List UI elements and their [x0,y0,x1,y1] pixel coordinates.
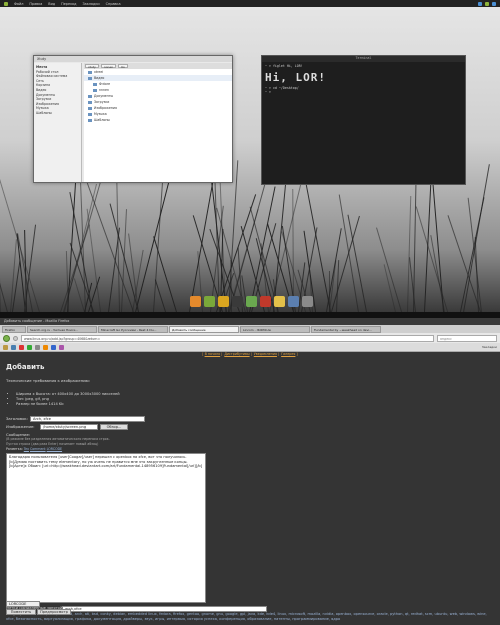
nav-link[interactable]: Галерея [281,352,295,356]
folder-icon [88,106,92,110]
bookmark-icon[interactable] [19,344,24,350]
window-titlebar: Добавить сообщение - Mozilla Firefox [0,318,500,325]
office-icon[interactable] [259,295,271,307]
grass-blade [413,177,417,312]
page-title: Добавить [6,363,45,371]
bookmark-icon[interactable] [11,344,16,350]
tab[interactable]: Lincoln - ЖЖМолк [240,326,310,333]
tab[interactable]: Search.org.ru - Уютная Поиск... [27,326,97,333]
bookmark-icon[interactable] [59,344,64,350]
bookmark-icon[interactable] [43,344,48,350]
bookmark-icon[interactable] [35,344,40,350]
grass-blade [155,279,167,312]
folder-icon [88,112,92,116]
crumb[interactable]: xtuty [85,64,99,69]
skype-icon[interactable] [203,295,215,307]
folder-icon [88,94,92,98]
bookmark-icon[interactable] [51,344,56,350]
terminal-output: ~ > figlet Hi, LOR! Hi, LOR! ~ > cd ~/De… [262,62,465,97]
navigation-toolbar: www.linux.org.ru/add.jsp?group=4068&retu… [0,333,500,343]
markup-option[interactable]: LORCODE [47,447,62,451]
folder-icon [88,100,92,104]
folder-icon [88,70,92,74]
markup-option[interactable]: Tex [24,447,29,451]
pidgin-icon[interactable] [273,295,285,307]
tab-active[interactable]: Добавить сообщение [169,326,239,333]
grass-blade [121,209,128,312]
file-list: xtuty nonen Ko xtreei Видео Фчtore nnnen… [84,63,232,182]
nav-link[interactable]: В начало [205,352,221,356]
sidebar-item[interactable]: Шаблоны [36,111,79,116]
bookmark-icon[interactable] [3,344,8,350]
firefox-icon[interactable] [189,295,201,307]
forward-button[interactable] [13,335,18,341]
markup-select[interactable]: LORCODE [6,601,40,607]
bookmarks-toolbar: Закладки [0,343,500,352]
title-label: Заголовок: [6,416,28,421]
dock [181,293,321,309]
terminal-line: ~ > [265,90,271,94]
bookmark-icon[interactable] [27,344,32,350]
list-item: Размер не более 1414 Kb [16,402,120,407]
chat-icon[interactable] [217,295,229,307]
tab[interactable]: Firefox [2,326,26,333]
grass-blade [407,196,412,312]
popular-tags-list[interactable]: 3d, amd, android, arch, ati, bsd, conky,… [6,612,487,621]
desktop: Файл Правка Вид Переход Закладки Справка… [0,0,500,312]
search-input[interactable]: яндекс [437,334,497,342]
window-title: Xtuty [34,56,232,62]
figlet-banner: Hi, LOR! [265,70,326,84]
browse-button[interactable]: Обзор... [100,424,128,430]
site-nav: [В начало| Дистрибутивы| Уведомления| Га… [202,352,298,356]
grass-blade [0,249,8,312]
requirements-title: Технические требования к изображению: [6,378,91,383]
file-manager-window: Xtuty Места Рабочий стол Файловая систем… [33,55,233,183]
nav-link[interactable]: Дистрибутивы [224,352,249,356]
requirements-list: Ширина x Высота: от 400x400 до 3000x3000… [10,392,120,407]
files-icon[interactable] [287,295,299,307]
grass-blade [0,213,2,312]
grass-blade [376,227,403,312]
terminal-line: ~ > figlet Hi, LOR! [265,64,303,68]
grass-blade [135,178,171,312]
terminal-icon[interactable] [231,295,243,307]
preview-button[interactable]: Предпросмотр [37,609,71,615]
crumb[interactable]: nonen [100,64,117,69]
tab[interactable]: Fundamental by ~weakhead on devi... [311,326,381,333]
list-item-label: Шаблоны [94,118,110,122]
tab[interactable]: Minecraft Go Русскими - Rest 4 Du... [98,326,168,333]
back-button[interactable] [3,334,10,342]
folder-icon [93,88,97,92]
title-input[interactable]: Arch, xfce [30,416,145,422]
settings-icon[interactable] [301,295,313,307]
image-path-input[interactable]: /home/xtuty/screen.png [40,424,98,430]
message-textarea[interactable]: Благодарю пользователя [user]Coogar[/use… [6,453,206,603]
page-content: [В начало| Дистрибутивы| Уведомления| Га… [0,352,500,625]
submit-button[interactable]: Поместить [6,609,36,615]
markup-label: Разметка: [6,447,23,451]
grass-blade [339,193,360,312]
bookmarks-menu[interactable]: Закладки [482,345,497,349]
list-item[interactable]: Шаблоны [84,117,232,123]
folder-icon [93,82,97,86]
nav-link[interactable]: Уведомления [254,352,277,356]
grass-blade [424,176,432,312]
grass-blade [415,206,449,312]
firefox-window: Добавить сообщение - Mozilla Firefox Fir… [0,318,500,625]
folder-icon [88,76,92,80]
terminal-window[interactable]: Terminal ~ > figlet Hi, LOR! Hi, LOR! ~ … [261,55,466,185]
crumb[interactable]: Ko [118,64,128,69]
places-sidebar: Места Рабочий стол Файловая система Сеть… [34,63,82,182]
tab-strip: Firefox Search.org.ru - Уютная Поиск... … [0,325,500,333]
markup-row: Разметка: Tex Comment LORCODE [6,447,62,452]
folder-icon [88,118,92,122]
player-icon[interactable] [245,295,257,307]
markup-option[interactable]: Comment [30,447,46,451]
popular-tags: Популярные теги: 3d, amd, android, arch,… [6,612,494,621]
image-label: Изображение: [6,424,35,429]
url-bar[interactable]: www.linux.org.ru/add.jsp?group=4068&retu… [21,334,434,342]
